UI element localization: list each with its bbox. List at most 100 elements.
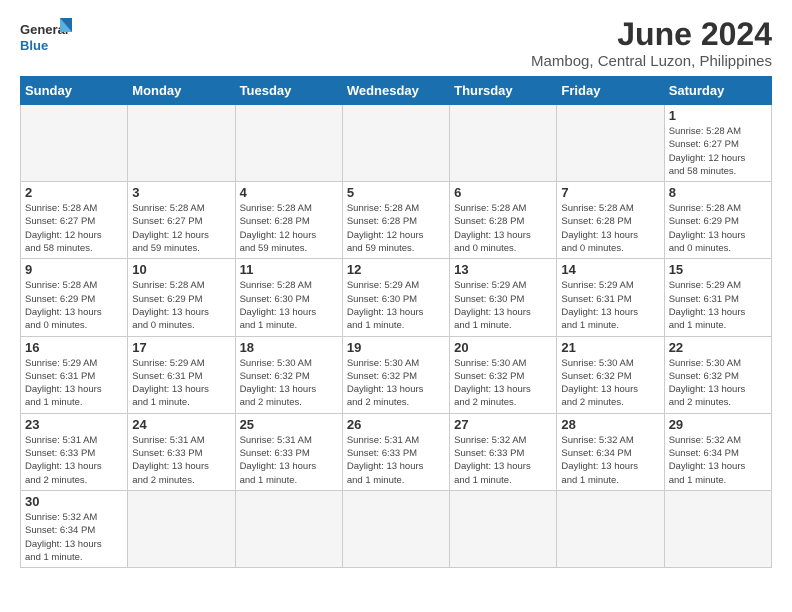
month-year-title: June 2024 (531, 16, 772, 53)
day-number: 30 (25, 494, 123, 509)
day-number: 26 (347, 417, 445, 432)
table-row: 7 Sunrise: 5:28 AM Sunset: 6:28 PM Daylig… (557, 182, 664, 259)
day-number: 25 (240, 417, 338, 432)
day-info: Sunrise: 5:28 AM Sunset: 6:28 PM Dayligh… (454, 202, 552, 255)
calendar-week-row: 9 Sunrise: 5:28 AM Sunset: 6:29 PM Daylig… (21, 259, 772, 336)
day-number: 16 (25, 340, 123, 355)
table-row: 27 Sunrise: 5:32 AM Sunset: 6:33 PM Dayli… (450, 413, 557, 490)
header-wednesday: Wednesday (342, 77, 449, 105)
header-saturday: Saturday (664, 77, 771, 105)
page: General Blue June 2024 Mambog, Central L… (0, 0, 792, 588)
header: General Blue June 2024 Mambog, Central L… (20, 16, 772, 70)
logo-svg: General Blue (20, 16, 72, 60)
table-row: 17Sunrise: 5:29 AM Sunset: 6:31 PM Dayli… (128, 336, 235, 413)
table-row: 25 Sunrise: 5:31 AM Sunset: 6:33 PM Dayli… (235, 413, 342, 490)
day-number: 5 (347, 185, 445, 200)
day-info: Sunrise: 5:31 AM Sunset: 6:33 PM Dayligh… (347, 434, 445, 487)
table-row (450, 105, 557, 182)
title-block: June 2024 Mambog, Central Luzon, Philipp… (531, 16, 772, 70)
day-info: Sunrise: 5:29 AM Sunset: 6:31 PM Dayligh… (132, 357, 230, 410)
day-info: Sunrise: 5:31 AM Sunset: 6:33 PM Dayligh… (240, 434, 338, 487)
day-number: 19 (347, 340, 445, 355)
calendar-week-row: 30 Sunrise: 5:32 AM Sunset: 6:34 PM Dayli… (21, 490, 772, 567)
table-row: 26 Sunrise: 5:31 AM Sunset: 6:33 PM Dayli… (342, 413, 449, 490)
table-row (557, 105, 664, 182)
day-info: Sunrise: 5:28 AM Sunset: 6:29 PM Dayligh… (132, 279, 230, 332)
table-row: 24Sunrise: 5:31 AM Sunset: 6:33 PM Dayli… (128, 413, 235, 490)
day-info: Sunrise: 5:31 AM Sunset: 6:33 PM Dayligh… (132, 434, 230, 487)
svg-text:Blue: Blue (20, 38, 48, 53)
day-info: Sunrise: 5:32 AM Sunset: 6:33 PM Dayligh… (454, 434, 552, 487)
day-number: 7 (561, 185, 659, 200)
day-number: 9 (25, 262, 123, 277)
day-info: Sunrise: 5:28 AM Sunset: 6:28 PM Dayligh… (240, 202, 338, 255)
logo: General Blue (20, 16, 72, 60)
calendar-week-row: 16 Sunrise: 5:29 AM Sunset: 6:31 PM Dayli… (21, 336, 772, 413)
day-info: Sunrise: 5:29 AM Sunset: 6:30 PM Dayligh… (347, 279, 445, 332)
calendar-body: 1 Sunrise: 5:28 AM Sunset: 6:27 PM Daylig… (21, 105, 772, 568)
day-info: Sunrise: 5:28 AM Sunset: 6:27 PM Dayligh… (669, 125, 767, 178)
day-number: 14 (561, 262, 659, 277)
header-tuesday: Tuesday (235, 77, 342, 105)
day-number: 15 (669, 262, 767, 277)
day-info: Sunrise: 5:29 AM Sunset: 6:31 PM Dayligh… (669, 279, 767, 332)
day-info: Sunrise: 5:30 AM Sunset: 6:32 PM Dayligh… (454, 357, 552, 410)
day-info: Sunrise: 5:29 AM Sunset: 6:31 PM Dayligh… (25, 357, 123, 410)
table-row: 18 Sunrise: 5:30 AM Sunset: 6:32 PM Dayli… (235, 336, 342, 413)
day-number: 2 (25, 185, 123, 200)
table-row: 8 Sunrise: 5:28 AM Sunset: 6:29 PM Daylig… (664, 182, 771, 259)
day-info: Sunrise: 5:30 AM Sunset: 6:32 PM Dayligh… (347, 357, 445, 410)
header-friday: Friday (557, 77, 664, 105)
table-row: 19 Sunrise: 5:30 AM Sunset: 6:32 PM Dayli… (342, 336, 449, 413)
day-number: 27 (454, 417, 552, 432)
day-info: Sunrise: 5:28 AM Sunset: 6:29 PM Dayligh… (25, 279, 123, 332)
day-info: Sunrise: 5:29 AM Sunset: 6:30 PM Dayligh… (454, 279, 552, 332)
day-number: 28 (561, 417, 659, 432)
table-row: 22 Sunrise: 5:30 AM Sunset: 6:32 PM Dayli… (664, 336, 771, 413)
header-monday: Monday (128, 77, 235, 105)
table-row (128, 105, 235, 182)
table-row (235, 105, 342, 182)
header-sunday: Sunday (21, 77, 128, 105)
table-row (21, 105, 128, 182)
table-row (342, 105, 449, 182)
table-row: 2 Sunrise: 5:28 AM Sunset: 6:27 PM Daylig… (21, 182, 128, 259)
day-info: Sunrise: 5:32 AM Sunset: 6:34 PM Dayligh… (25, 511, 123, 564)
table-row: 14 Sunrise: 5:29 AM Sunset: 6:31 PM Dayli… (557, 259, 664, 336)
table-row: 4Sunrise: 5:28 AM Sunset: 6:28 PM Daylig… (235, 182, 342, 259)
day-number: 10 (132, 262, 230, 277)
table-row: 3Sunrise: 5:28 AM Sunset: 6:27 PM Daylig… (128, 182, 235, 259)
day-info: Sunrise: 5:28 AM Sunset: 6:27 PM Dayligh… (25, 202, 123, 255)
day-info: Sunrise: 5:28 AM Sunset: 6:29 PM Dayligh… (669, 202, 767, 255)
table-row: 30 Sunrise: 5:32 AM Sunset: 6:34 PM Dayli… (21, 490, 128, 567)
day-number: 11 (240, 262, 338, 277)
day-info: Sunrise: 5:30 AM Sunset: 6:32 PM Dayligh… (240, 357, 338, 410)
day-number: 8 (669, 185, 767, 200)
table-row: 13Sunrise: 5:29 AM Sunset: 6:30 PM Dayli… (450, 259, 557, 336)
table-row: 11 Sunrise: 5:28 AM Sunset: 6:30 PM Dayli… (235, 259, 342, 336)
table-row: 21Sunrise: 5:30 AM Sunset: 6:32 PM Dayli… (557, 336, 664, 413)
calendar-week-row: 2 Sunrise: 5:28 AM Sunset: 6:27 PM Daylig… (21, 182, 772, 259)
day-number: 12 (347, 262, 445, 277)
location-subtitle: Mambog, Central Luzon, Philippines (531, 53, 772, 70)
calendar-week-row: 1 Sunrise: 5:28 AM Sunset: 6:27 PM Daylig… (21, 105, 772, 182)
table-row: 29 Sunrise: 5:32 AM Sunset: 6:34 PM Dayli… (664, 413, 771, 490)
table-row: 20Sunrise: 5:30 AM Sunset: 6:32 PM Dayli… (450, 336, 557, 413)
day-info: Sunrise: 5:30 AM Sunset: 6:32 PM Dayligh… (669, 357, 767, 410)
day-number: 22 (669, 340, 767, 355)
table-row (235, 490, 342, 567)
day-info: Sunrise: 5:29 AM Sunset: 6:31 PM Dayligh… (561, 279, 659, 332)
day-info: Sunrise: 5:32 AM Sunset: 6:34 PM Dayligh… (669, 434, 767, 487)
table-row (557, 490, 664, 567)
day-number: 1 (669, 108, 767, 123)
table-row: 6Sunrise: 5:28 AM Sunset: 6:28 PM Daylig… (450, 182, 557, 259)
table-row (342, 490, 449, 567)
day-number: 29 (669, 417, 767, 432)
day-info: Sunrise: 5:28 AM Sunset: 6:28 PM Dayligh… (561, 202, 659, 255)
day-info: Sunrise: 5:28 AM Sunset: 6:28 PM Dayligh… (347, 202, 445, 255)
day-number: 21 (561, 340, 659, 355)
day-info: Sunrise: 5:28 AM Sunset: 6:30 PM Dayligh… (240, 279, 338, 332)
day-number: 18 (240, 340, 338, 355)
table-row: 23Sunrise: 5:31 AM Sunset: 6:33 PM Dayli… (21, 413, 128, 490)
day-info: Sunrise: 5:32 AM Sunset: 6:34 PM Dayligh… (561, 434, 659, 487)
